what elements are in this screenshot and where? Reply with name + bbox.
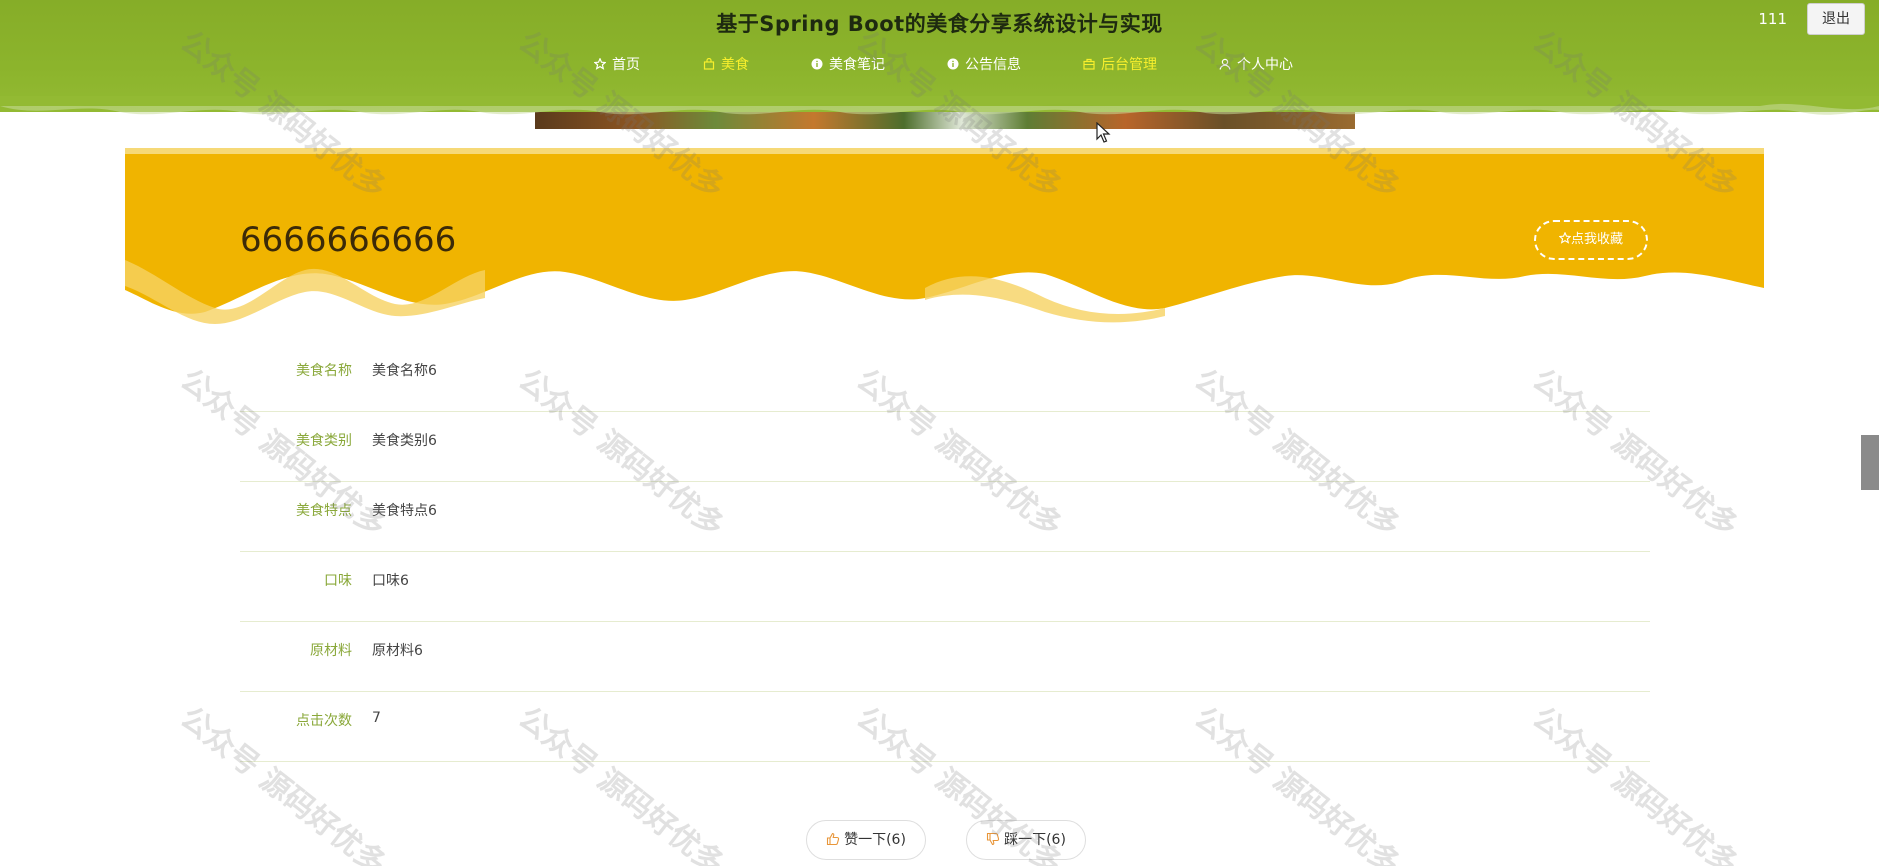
nav-item-food[interactable]: 美食: [703, 54, 749, 74]
detail-label: 美食名称: [296, 363, 352, 379]
info-icon: [947, 58, 959, 70]
nav-item-profile[interactable]: 个人中心: [1219, 54, 1293, 74]
info-icon: [811, 58, 823, 70]
star-icon: [594, 58, 606, 70]
dislike-button[interactable]: 踩一下(6): [966, 820, 1086, 860]
detail-value: 口味6: [372, 573, 409, 589]
nav-item-home[interactable]: 首页: [594, 54, 640, 74]
current-user[interactable]: 111: [1758, 10, 1787, 28]
detail-label: 美食类别: [296, 433, 352, 449]
nav-label: 首页: [612, 57, 640, 73]
detail-row-ingredients: 原材料 原材料6: [240, 622, 1650, 692]
bag-icon: [703, 58, 715, 70]
briefcase-icon: [1083, 58, 1095, 70]
detail-row-name: 美食名称 美食名称6: [240, 342, 1650, 412]
title-band: 6666666666 点我收藏: [125, 148, 1764, 328]
detail-row-clicks: 点击次数 7: [240, 692, 1650, 762]
nav-label: 个人中心: [1237, 57, 1293, 73]
thumbs-up-icon: [827, 832, 840, 846]
nav-item-announcements[interactable]: 公告信息: [947, 54, 1021, 74]
detail-value: 美食特点6: [372, 503, 437, 519]
nav-item-food-notes[interactable]: 美食笔记: [811, 54, 885, 74]
detail-value: 美食类别6: [372, 433, 437, 449]
mouse-cursor-icon: [1096, 122, 1111, 143]
detail-label: 美食特点: [296, 503, 352, 519]
nav-label: 美食笔记: [829, 57, 885, 73]
page: 基于Spring Boot的美食分享系统设计与实现 首页 美食 美食笔记 公告信…: [0, 0, 1879, 866]
user-icon: [1219, 58, 1231, 70]
like-label: 赞一下(6): [844, 832, 906, 848]
detail-value: 7: [372, 710, 381, 726]
detail-row-category: 美食类别 美食类别6: [240, 412, 1650, 482]
nav-label: 公告信息: [965, 57, 1021, 73]
favorite-label: 点我收藏: [1570, 232, 1623, 247]
food-title: 6666666666: [240, 220, 457, 260]
nav-label: 美食: [721, 57, 749, 73]
detail-row-taste: 口味 口味6: [240, 552, 1650, 622]
favorite-button[interactable]: 点我收藏: [1534, 220, 1648, 260]
detail-value: 原材料6: [372, 643, 423, 659]
site-title: 基于Spring Boot的美食分享系统设计与实现: [716, 12, 1163, 36]
detail-label: 口味: [324, 573, 352, 589]
scrollbar-thumb[interactable]: [1861, 435, 1879, 490]
detail-label: 点击次数: [296, 713, 352, 729]
detail-value: 美食名称6: [372, 363, 437, 379]
star-icon: [1558, 231, 1572, 244]
thumbs-down-icon: [987, 832, 1000, 846]
detail-row-feature: 美食特点 美食特点6: [240, 482, 1650, 552]
dislike-label: 踩一下(6): [1004, 832, 1066, 848]
detail-label: 原材料: [310, 643, 352, 659]
header-wave: [0, 96, 1879, 115]
like-button[interactable]: 赞一下(6): [806, 820, 926, 860]
logout-button[interactable]: 退出: [1807, 3, 1865, 35]
nav-label: 后台管理: [1101, 57, 1157, 73]
detail-table: 美食名称 美食名称6 美食类别 美食类别6 美食特点 美食特点6 口味 口味6 …: [240, 342, 1650, 762]
nav-item-admin[interactable]: 后台管理: [1083, 54, 1157, 74]
